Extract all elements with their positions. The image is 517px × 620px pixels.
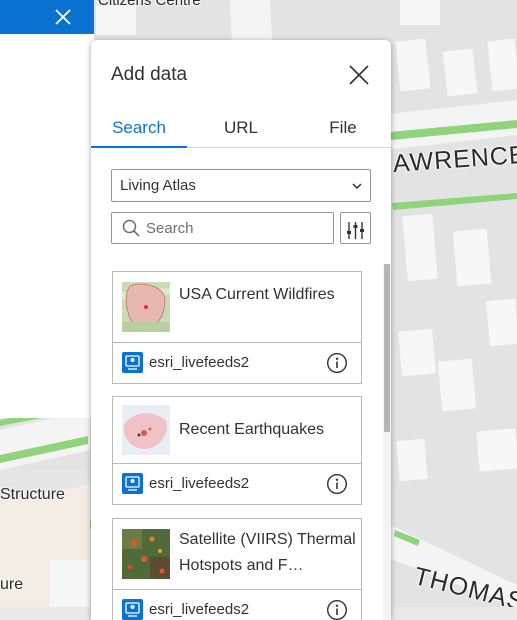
- search-field[interactable]: [111, 212, 334, 244]
- info-icon[interactable]: [326, 352, 348, 374]
- result-card-add[interactable]: Satellite (VIIRS) Thermal Hotspots and F…: [113, 519, 361, 590]
- search-input[interactable]: [146, 214, 326, 242]
- result-title: USA Current Wildfires: [179, 286, 335, 303]
- info-icon[interactable]: [326, 599, 348, 620]
- close-icon[interactable]: [347, 63, 371, 87]
- result-card-footer: esri_livefeeds2: [113, 343, 361, 383]
- result-owner: esri_livefeeds2: [149, 475, 250, 492]
- scrollbar-thumb[interactable]: [384, 264, 390, 432]
- user-icon: [122, 473, 143, 494]
- source-select[interactable]: Living Atlas: [111, 169, 371, 202]
- result-card: Satellite (VIIRS) Thermal Hotspots and F…: [112, 518, 362, 620]
- side-panel-header: [0, 0, 94, 34]
- result-card: USA Current Wildfires esri_livefeeds2: [112, 271, 362, 384]
- tab-search[interactable]: Search: [91, 112, 187, 148]
- result-owner: esri_livefeeds2: [149, 354, 250, 371]
- panel-title: Add data: [111, 64, 188, 85]
- sliders-icon: [341, 220, 370, 241]
- search-icon: [122, 219, 140, 242]
- info-icon[interactable]: [326, 473, 348, 495]
- result-card: Recent Earthquakes esri_livefeeds2: [112, 396, 362, 505]
- add-data-panel: Add data Search URL File Living Atlas Se…: [91, 40, 391, 620]
- tab-bar: Search URL File: [91, 112, 391, 148]
- user-icon: [122, 599, 143, 620]
- side-panel: [0, 34, 94, 418]
- wildfire-map-thumbnail: [122, 282, 170, 332]
- chevron-down-icon: [352, 170, 362, 201]
- tab-file[interactable]: File: [311, 112, 375, 148]
- result-card-footer: esri_livefeeds2: [113, 590, 361, 620]
- result-owner: esri_livefeeds2: [149, 601, 250, 618]
- results-list[interactable]: USA Current Wildfires esri_livefeeds2 Re…: [91, 264, 391, 620]
- close-icon[interactable]: [46, 0, 80, 34]
- result-card-footer: esri_livefeeds2: [113, 464, 361, 504]
- source-select-value: Living Atlas: [120, 177, 196, 194]
- filter-button[interactable]: [340, 212, 371, 244]
- user-icon: [122, 352, 143, 373]
- result-title: Satellite (VIIRS) Thermal Hotspots and F…: [179, 531, 356, 574]
- result-title: Recent Earthquakes: [179, 421, 324, 438]
- earthquake-map-thumbnail: [122, 405, 170, 455]
- result-card-add[interactable]: Recent Earthquakes: [113, 397, 361, 464]
- tab-url[interactable]: URL: [199, 112, 283, 148]
- hotspots-map-thumbnail: [122, 529, 170, 579]
- result-card-add[interactable]: USA Current Wildfires: [113, 272, 361, 343]
